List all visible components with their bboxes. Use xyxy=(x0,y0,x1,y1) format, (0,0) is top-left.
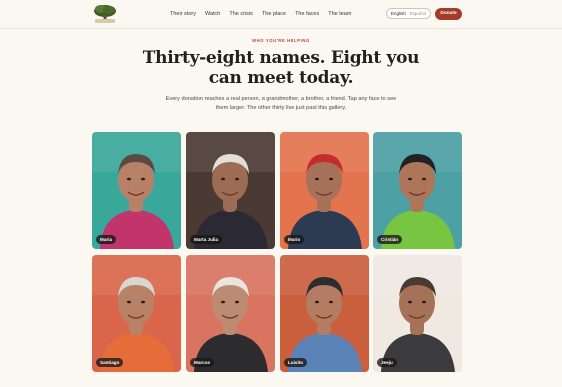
section-eyebrow: WHO YOU'RE HELPING xyxy=(252,38,310,43)
portrait-card[interactable]: Santiago xyxy=(92,255,181,372)
tree-icon xyxy=(94,5,116,23)
nav-divider xyxy=(0,28,562,29)
portrait-photo xyxy=(373,132,462,249)
name-label: Marta Julia xyxy=(190,235,222,244)
portrait-photo xyxy=(186,255,275,372)
name-label: Marcos xyxy=(190,358,215,367)
name-label: María xyxy=(96,235,117,244)
faces-gallery: María Marta Julia Mario Cristián Santiago Mar… xyxy=(92,132,462,372)
name-label: Santiago xyxy=(96,358,124,367)
nav-link-their-story[interactable]: Their story xyxy=(170,11,196,17)
nav-link-the-faces[interactable]: The faces xyxy=(295,11,319,17)
portrait-photo xyxy=(92,132,181,249)
top-nav: Their story Watch The crisis The place T… xyxy=(0,0,562,28)
portrait-card[interactable]: Jeeju xyxy=(373,255,462,372)
name-label: Mario xyxy=(284,235,305,244)
nav-links: Their story Watch The crisis The place T… xyxy=(170,0,360,28)
portrait-card[interactable]: Cristián xyxy=(373,132,462,249)
tree-logo[interactable] xyxy=(92,3,118,25)
portrait-card[interactable]: Luisito xyxy=(280,255,369,372)
name-label: Jeeju xyxy=(377,358,397,367)
portrait-photo xyxy=(373,255,462,372)
portrait-photo xyxy=(280,132,369,249)
portrait-photo xyxy=(186,132,275,249)
portrait-photo xyxy=(280,255,369,372)
lang-spanish[interactable]: Español xyxy=(410,11,427,16)
language-toggle: English Español xyxy=(386,8,431,19)
nav-link-watch[interactable]: Watch xyxy=(205,11,220,17)
nav-link-the-place[interactable]: The place xyxy=(262,11,286,17)
page-headline: Thirty-eight names. Eight you can meet t… xyxy=(142,48,420,88)
nav-link-the-crisis[interactable]: The crisis xyxy=(229,11,253,17)
portrait-card[interactable]: Marcos xyxy=(186,255,275,372)
donate-button[interactable]: Donate xyxy=(435,7,462,20)
lang-english[interactable]: English xyxy=(391,11,406,16)
portrait-card[interactable]: Mario xyxy=(280,132,369,249)
portrait-photo xyxy=(92,255,181,372)
portrait-card[interactable]: Marta Julia xyxy=(186,132,275,249)
name-label: Cristián xyxy=(377,235,403,244)
portrait-card[interactable]: María xyxy=(92,132,181,249)
name-label: Luisito xyxy=(284,358,308,367)
page-subtext: Every donation reaches a real person, a … xyxy=(165,96,397,111)
nav-link-the-team[interactable]: The team xyxy=(328,11,351,17)
